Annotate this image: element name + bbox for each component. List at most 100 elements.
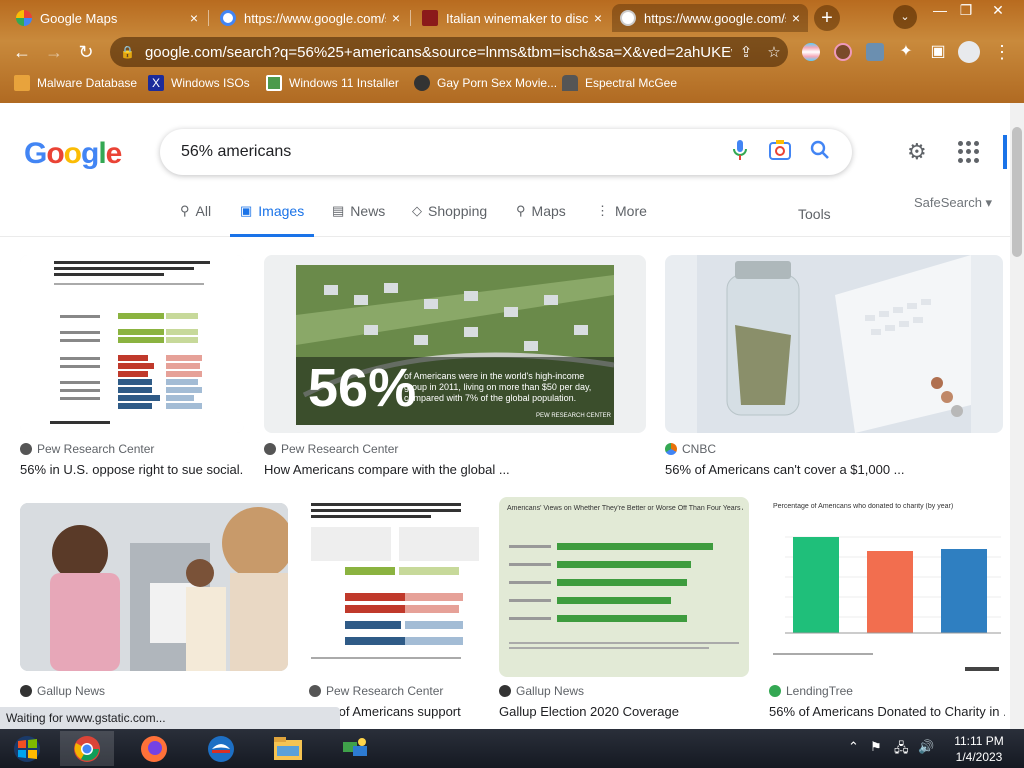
bookmark-malware-database[interactable]: Malware Database xyxy=(14,75,137,91)
result-title[interactable]: 56% of Americans can't cover a $1,000 ..… xyxy=(665,462,1003,477)
close-tab-icon[interactable]: × xyxy=(190,10,198,26)
cnbc-peacock-icon xyxy=(665,443,677,455)
profile-avatar-icon[interactable] xyxy=(958,41,980,63)
tab-maps[interactable]: ⚲ Maps xyxy=(516,203,566,237)
tab-shopping[interactable]: ◇ Shopping xyxy=(412,203,487,237)
extensions-puzzle-icon[interactable]: ✦ xyxy=(894,40,918,64)
tab-google-maps[interactable]: Google Maps × xyxy=(8,4,206,32)
pew-logo-icon xyxy=(20,443,32,455)
new-tab-button[interactable]: + xyxy=(814,5,840,31)
taskbar-file-explorer[interactable] xyxy=(261,731,315,766)
image-overlay-credit: PEW RESEARCH CENTER xyxy=(536,413,612,419)
result-title[interactable]: Gallup Election 2020 Coverage xyxy=(499,704,749,719)
result-title[interactable]: How Americans compare with the global ..… xyxy=(264,462,646,477)
tab-search-button[interactable]: ⌄ xyxy=(893,5,917,29)
back-button[interactable]: ← xyxy=(10,40,34,64)
tab-google-search-1[interactable]: https://www.google.com/s × xyxy=(212,4,408,32)
search-icon[interactable] xyxy=(800,140,840,165)
taskbar-clock[interactable]: 11:11 PM 1/4/2023 xyxy=(938,733,1020,765)
taskbar-network-app[interactable] xyxy=(328,731,382,766)
microphone-icon[interactable] xyxy=(720,139,760,165)
result-title[interactable]: 56% in U.S. oppose right to sue social..… xyxy=(20,462,244,477)
close-tab-icon[interactable]: × xyxy=(392,10,400,26)
result-thumbnail[interactable]: Percentage of Americans who donated to c… xyxy=(769,497,1005,677)
tab-italian-winemaker[interactable]: Italian winemaker to disc × xyxy=(414,4,610,32)
action-center-flag-icon[interactable]: ⚑ xyxy=(870,739,882,755)
result-source[interactable]: Pew Research Center xyxy=(309,684,443,698)
tab-title: Italian winemaker to disc xyxy=(446,10,588,26)
taskbar-chrome[interactable] xyxy=(60,731,114,766)
google-images-page: Google 56% americans ⚙ ⚲ All ▣ Images ▤ New… xyxy=(0,103,1024,729)
minimize-button[interactable]: — xyxy=(928,2,952,20)
more-vert-icon: ⋮ xyxy=(596,203,609,218)
start-button[interactable] xyxy=(0,731,54,766)
bookmark-windows-isos[interactable]: X Windows ISOs xyxy=(148,75,250,91)
tab-title: https://www.google.com/s xyxy=(244,10,386,26)
result-source[interactable]: Gallup News xyxy=(499,684,584,698)
address-bar[interactable]: 🔒 google.com/search?q=56%25+americans&so… xyxy=(110,37,788,67)
source-label: Gallup News xyxy=(516,684,585,698)
extension-avatar-icon[interactable] xyxy=(834,43,852,61)
settings-gear-icon[interactable]: ⚙ xyxy=(907,139,927,165)
result-thumbnail[interactable] xyxy=(20,255,244,433)
safesearch-dropdown[interactable]: SafeSearch ▾ xyxy=(914,195,992,211)
scrollbar-thumb[interactable] xyxy=(1012,127,1022,257)
bookmark-gay-porn[interactable]: Gay Porn Sex Movie... xyxy=(414,75,557,91)
bookmark-espectral-mcgee[interactable]: Espectral McGee xyxy=(562,75,677,91)
windows-taskbar: ⌃ ⚑ 🖧 🔊 11:11 PM 1/4/2023 xyxy=(0,729,1024,768)
tab-label: News xyxy=(350,203,386,219)
forward-button[interactable]: → xyxy=(42,40,66,64)
volume-icon[interactable]: 🔊 xyxy=(918,739,934,755)
extension-cloud-icon[interactable] xyxy=(866,43,884,61)
tab-images[interactable]: ▣ Images xyxy=(230,203,315,237)
close-tab-icon[interactable]: × xyxy=(792,10,800,26)
tab-all[interactable]: ⚲ All xyxy=(180,203,211,237)
result-source[interactable]: Pew Research Center xyxy=(264,442,398,456)
result-source[interactable]: CNBC xyxy=(665,442,716,456)
tab-label: All xyxy=(195,203,212,219)
menu-kebab-icon[interactable]: ⋮ xyxy=(990,40,1014,64)
google-logo[interactable]: Google xyxy=(24,137,122,171)
apps-grid-icon[interactable] xyxy=(958,141,980,163)
result-source[interactable]: Gallup News xyxy=(20,684,105,698)
extension-flag-icon[interactable] xyxy=(802,43,820,61)
map-pin-icon: ⚲ xyxy=(516,203,526,218)
result-source[interactable]: LendingTree xyxy=(769,684,853,698)
bookmark-windows-11-installer[interactable]: Windows 11 Installer xyxy=(266,75,399,91)
result-thumbnail[interactable]: Americans' Views on Whether They're Bett… xyxy=(499,497,749,677)
tab-more[interactable]: ⋮ More xyxy=(596,203,647,237)
share-icon[interactable]: ⇪ xyxy=(732,43,760,61)
lock-icon: 🔒 xyxy=(120,45,135,59)
scroll-indicator xyxy=(1003,135,1007,169)
side-panel-icon[interactable]: ▣ xyxy=(926,40,950,64)
close-window-button[interactable]: ✕ xyxy=(986,2,1010,20)
tab-google-search-active[interactable]: https://www.google.com/s × xyxy=(612,4,808,32)
result-title[interactable]: 56% of Americans Donated to Charity in .… xyxy=(769,704,1005,719)
reload-button[interactable]: ↻ xyxy=(74,40,98,64)
restore-button[interactable]: ❐ xyxy=(954,2,978,20)
status-bar: Waiting for www.gstatic.com... xyxy=(0,707,340,729)
result-thumbnail[interactable] xyxy=(20,503,288,671)
tools-button[interactable]: Tools xyxy=(798,206,831,222)
result-thumbnail[interactable] xyxy=(665,255,1003,433)
result-thumbnail[interactable]: 56% of Americans were in the world's hig… xyxy=(264,255,646,433)
taskbar-firefox[interactable] xyxy=(127,731,181,766)
show-hidden-icons-icon[interactable]: ⌃ xyxy=(848,739,859,755)
search-box[interactable]: 56% americans xyxy=(160,129,852,175)
tab-news[interactable]: ▤ News xyxy=(332,203,385,237)
network-icon[interactable]: 🖧 xyxy=(894,739,909,761)
search-input[interactable]: 56% americans xyxy=(181,143,720,161)
logo-letter: l xyxy=(98,137,106,170)
page-scrollbar[interactable] xyxy=(1010,103,1024,729)
bookmark-star-icon[interactable]: ☆ xyxy=(760,43,788,61)
taskbar-edge[interactable] xyxy=(194,731,248,766)
camera-lens-icon[interactable] xyxy=(760,139,800,165)
bookmark-label: Gay Porn Sex Movie... xyxy=(437,76,558,90)
close-tab-icon[interactable]: × xyxy=(594,10,602,26)
image-icon: ▣ xyxy=(240,203,253,218)
bookmark-label: Windows ISOs xyxy=(171,76,250,90)
result-thumbnail[interactable] xyxy=(309,497,481,677)
source-label: Pew Research Center xyxy=(326,684,444,698)
result-source[interactable]: Pew Research Center xyxy=(20,442,154,456)
gallup-logo-icon xyxy=(499,685,511,697)
